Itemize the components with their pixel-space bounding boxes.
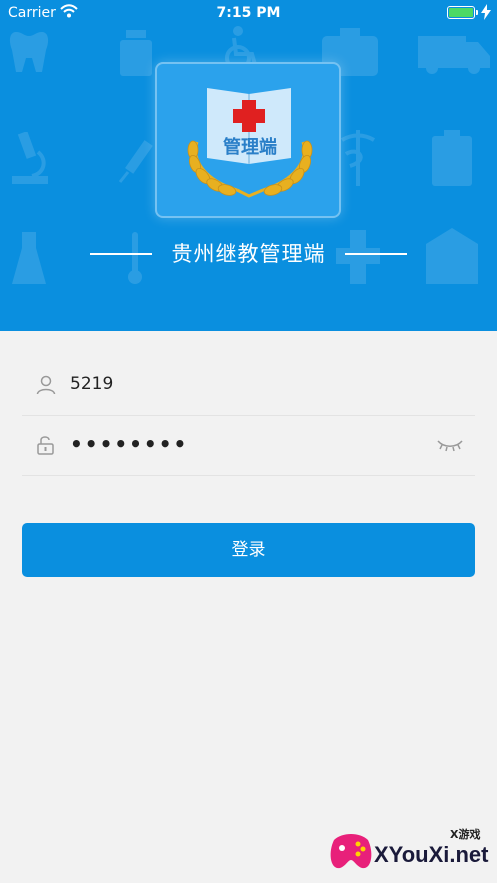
login-button[interactable]: 登录 <box>22 523 475 577</box>
eye-closed-icon[interactable] <box>437 438 463 452</box>
password-field[interactable]: •••••••• <box>22 416 475 476</box>
clipboard-icon <box>432 130 472 186</box>
header-banner: 管理端 贵州继教管理端 <box>0 0 497 331</box>
gamepad-logo-icon <box>330 834 372 869</box>
username-field[interactable]: 5219 <box>22 356 475 416</box>
app-title: 贵州继教管理端 <box>171 242 326 266</box>
user-icon <box>36 375 56 395</box>
title-divider-right <box>345 253 407 255</box>
charging-bolt-icon <box>481 4 491 20</box>
battery-cap <box>476 10 478 15</box>
tooth-icon <box>9 32 49 72</box>
battery-icon <box>447 6 475 19</box>
caduceus-icon <box>340 130 376 186</box>
clock-time: 7:15 PM <box>216 5 281 21</box>
status-bar: Carrier 7:15 PM <box>0 0 497 26</box>
username-input[interactable]: 5219 <box>70 374 113 394</box>
app-logo: 管理端 <box>155 62 341 218</box>
lock-icon <box>37 436 54 455</box>
app-title-row: 贵州继教管理端 <box>0 238 497 270</box>
logo-label: 管理端 <box>223 137 277 158</box>
medicine-bottle-icon <box>120 30 152 76</box>
microscope-icon <box>12 132 48 184</box>
watermark-small-text: X游戏 <box>450 828 481 841</box>
watermark-site-name: XYouXi.net <box>374 842 489 867</box>
syringe-icon <box>118 140 153 183</box>
ambulance-icon <box>418 36 490 74</box>
password-input[interactable]: •••••••• <box>70 432 188 456</box>
site-watermark: X游戏 XYouXi.net <box>328 826 490 876</box>
